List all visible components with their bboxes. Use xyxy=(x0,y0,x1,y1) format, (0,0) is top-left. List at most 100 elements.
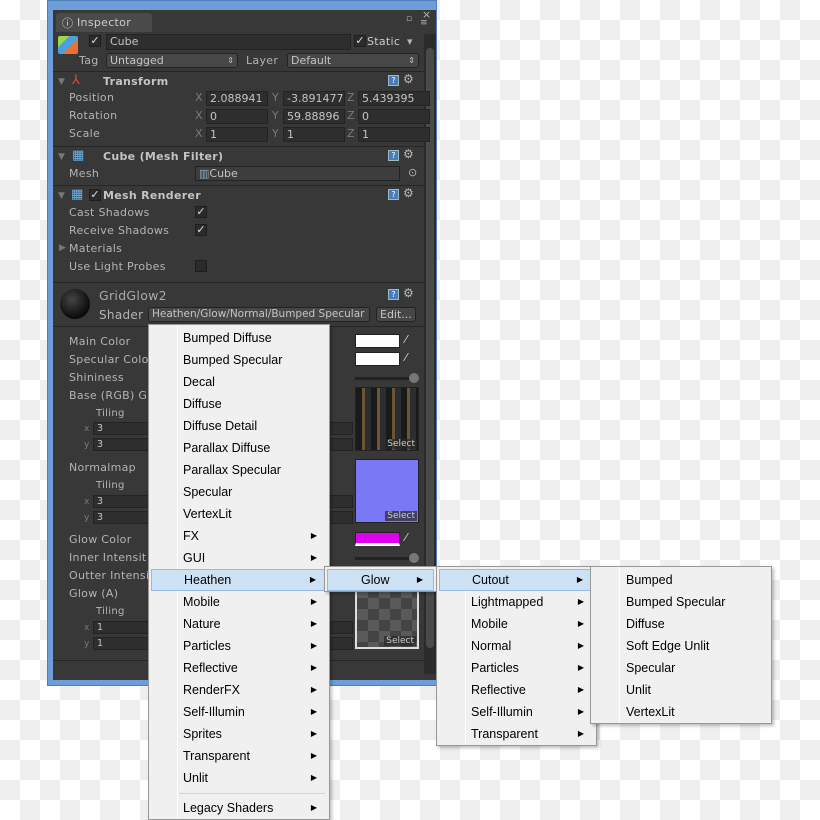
menu-item-self-illumin[interactable]: Self-Illumin ▶ xyxy=(151,701,327,723)
menu-item-self-illumin[interactable]: Self-Illumin ▶ xyxy=(439,701,594,723)
specular-color-swatch[interactable] xyxy=(355,352,400,366)
menu-item-particles[interactable]: Particles ▶ xyxy=(439,657,594,679)
axis-z-label[interactable]: Z xyxy=(347,109,355,122)
menu-item-mobile[interactable]: Mobile ▶ xyxy=(439,613,594,635)
eyedropper-icon[interactable]: ⁄ xyxy=(405,351,407,364)
mesh-renderer-enabled-checkbox[interactable]: ✓ xyxy=(89,189,101,201)
menu-item-unlit[interactable]: Unlit ▶ xyxy=(151,767,327,789)
glow-texture-thumbnail[interactable]: Select xyxy=(355,585,419,649)
shader-dropdown[interactable]: Heathen/Glow/Normal/Bumped Specular xyxy=(148,307,370,322)
gear-icon[interactable]: ⚙ xyxy=(403,147,414,161)
light-probes-checkbox[interactable] xyxy=(195,260,207,272)
rotation-x-field[interactable]: 0 xyxy=(206,109,268,124)
menu-item-diffuse[interactable]: Diffuse xyxy=(151,393,327,415)
menu-item-bumped[interactable]: Bumped xyxy=(593,569,769,591)
position-x-field[interactable]: 2.088941 xyxy=(206,91,268,106)
scale-y-field[interactable]: 1 xyxy=(283,127,345,142)
menu-item-normal[interactable]: Normal ▶ xyxy=(439,635,594,657)
active-checkbox[interactable]: ✓ xyxy=(89,35,101,47)
menu-item-renderfx[interactable]: RenderFX ▶ xyxy=(151,679,327,701)
object-name-field[interactable]: Cube xyxy=(106,34,351,50)
position-z-field[interactable]: 5.439395 xyxy=(358,91,430,106)
menu-item-lightmapped[interactable]: Lightmapped ▶ xyxy=(439,591,594,613)
menu-item-sprites[interactable]: Sprites ▶ xyxy=(151,723,327,745)
menu-item-vertexlit[interactable]: VertexLit xyxy=(593,701,769,723)
axis-y-label[interactable]: Y xyxy=(272,91,279,104)
menu-item-cutout[interactable]: Cutout ▶ xyxy=(439,569,594,591)
inner-intensity-slider[interactable] xyxy=(355,557,415,560)
gear-icon[interactable]: ⚙ xyxy=(403,186,414,200)
eyedropper-icon[interactable]: ⁄ xyxy=(405,333,407,346)
menu-item-mobile[interactable]: Mobile ▶ xyxy=(151,591,327,613)
gear-icon[interactable]: ⚙ xyxy=(403,286,414,300)
materials-foldout-icon[interactable]: ▶ xyxy=(59,243,66,253)
select-button[interactable]: Select xyxy=(384,636,416,646)
menu-item-diffuse-detail[interactable]: Diffuse Detail xyxy=(151,415,327,437)
menu-item-fx[interactable]: FX ▶ xyxy=(151,525,327,547)
base-texture-thumbnail[interactable]: Select xyxy=(355,387,419,451)
gear-icon[interactable]: ⚙ xyxy=(403,72,414,86)
scale-z-field[interactable]: 1 xyxy=(358,127,430,142)
menu-item-vertexlit[interactable]: VertexLit xyxy=(151,503,327,525)
menu-item-bumped-diffuse[interactable]: Bumped Diffuse xyxy=(151,327,327,349)
position-y-field[interactable]: -3.891477 xyxy=(283,91,345,106)
rotation-z-field[interactable]: 0 xyxy=(358,109,430,124)
foldout-icon[interactable]: ▼ xyxy=(58,152,65,162)
eyedropper-icon[interactable]: ⁄ xyxy=(405,531,407,544)
help-icon[interactable]: ? xyxy=(388,289,399,300)
menu-item-glow[interactable]: Glow ▶ xyxy=(327,569,434,591)
menu-icon[interactable]: ≡ xyxy=(420,18,428,28)
menu-item-legacy-shaders[interactable]: Legacy Shaders ▶ xyxy=(151,797,327,819)
glow-color-swatch[interactable] xyxy=(355,532,400,546)
axis-x-label[interactable]: X xyxy=(195,109,203,122)
normalmap-thumbnail[interactable]: Select xyxy=(355,459,419,523)
axis-y-label[interactable]: Y xyxy=(272,109,279,122)
cast-shadows-checkbox[interactable]: ✓ xyxy=(195,206,207,218)
lock-icon[interactable]: ▫ xyxy=(406,14,412,24)
menu-item-soft-edge-unlit[interactable]: Soft Edge Unlit xyxy=(593,635,769,657)
menu-item-nature[interactable]: Nature ▶ xyxy=(151,613,327,635)
axis-x-label[interactable]: X xyxy=(195,127,203,140)
foldout-icon[interactable]: ▼ xyxy=(58,191,65,201)
object-picker-icon[interactable]: ⊙ xyxy=(408,166,418,179)
receive-shadows-checkbox[interactable]: ✓ xyxy=(195,224,207,236)
edit-shader-button[interactable]: Edit... xyxy=(376,307,416,322)
main-color-swatch[interactable] xyxy=(355,334,400,348)
inner-intensity-knob[interactable] xyxy=(409,553,419,563)
menu-item-parallax-specular[interactable]: Parallax Specular xyxy=(151,459,327,481)
help-icon[interactable]: ? xyxy=(388,189,399,200)
menu-item-reflective[interactable]: Reflective ▶ xyxy=(439,679,594,701)
menu-item-bumped-specular[interactable]: Bumped Specular xyxy=(593,591,769,613)
menu-item-specular[interactable]: Specular xyxy=(151,481,327,503)
axis-z-label[interactable]: Z xyxy=(347,127,355,140)
menu-item-decal[interactable]: Decal xyxy=(151,371,327,393)
menu-item-parallax-diffuse[interactable]: Parallax Diffuse xyxy=(151,437,327,459)
select-button[interactable]: Select xyxy=(385,439,417,449)
menu-item-unlit[interactable]: Unlit xyxy=(593,679,769,701)
static-checkbox[interactable]: ✓ xyxy=(354,35,366,47)
help-icon[interactable]: ? xyxy=(388,150,399,161)
shininess-slider[interactable] xyxy=(355,377,415,380)
menu-item-reflective[interactable]: Reflective ▶ xyxy=(151,657,327,679)
menu-item-particles[interactable]: Particles ▶ xyxy=(151,635,327,657)
axis-z-label[interactable]: Z xyxy=(347,91,355,104)
scale-x-field[interactable]: 1 xyxy=(206,127,268,142)
foldout-icon[interactable]: ▼ xyxy=(58,77,65,87)
menu-item-transparent[interactable]: Transparent ▶ xyxy=(151,745,327,767)
rotation-y-field[interactable]: 59.88896 xyxy=(283,109,345,124)
axis-y-label[interactable]: Y xyxy=(272,127,279,140)
axis-x-label[interactable]: X xyxy=(195,91,203,104)
mesh-field[interactable]: ▥Cube xyxy=(195,166,400,181)
menu-item-gui[interactable]: GUI ▶ xyxy=(151,547,327,569)
materials-label[interactable]: Materials xyxy=(69,242,122,255)
menu-item-transparent[interactable]: Transparent ▶ xyxy=(439,723,594,745)
select-button[interactable]: Select xyxy=(385,511,417,521)
shininess-slider-knob[interactable] xyxy=(409,373,419,383)
tag-dropdown[interactable]: Untagged ⇕ xyxy=(106,53,238,68)
menu-item-specular[interactable]: Specular xyxy=(593,657,769,679)
menu-item-bumped-specular[interactable]: Bumped Specular xyxy=(151,349,327,371)
menu-item-heathen[interactable]: Heathen ▶ xyxy=(151,569,327,591)
help-icon[interactable]: ? xyxy=(388,75,399,86)
layer-dropdown[interactable]: Default ⇕ xyxy=(287,53,419,68)
menu-item-diffuse[interactable]: Diffuse xyxy=(593,613,769,635)
